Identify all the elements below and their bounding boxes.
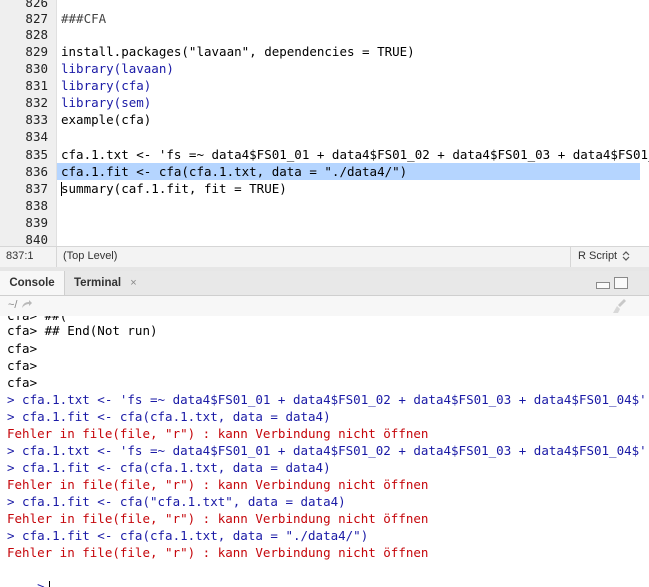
cursor-position: 837:1 bbox=[6, 250, 34, 262]
editor-line[interactable]: 839 bbox=[0, 214, 649, 231]
editor-line[interactable]: 837 summary(caf.1.fit, fit = TRUE) bbox=[0, 180, 649, 197]
editor-line[interactable]: 838 bbox=[0, 197, 649, 214]
console-tab-bar: Console Terminal × bbox=[0, 271, 649, 296]
line-code[interactable]: library(cfa) bbox=[61, 77, 151, 94]
editor-status-bar: 837:1 (Top Level) R Script bbox=[0, 246, 649, 268]
console-error-line: Fehler in file(file, "r") : kann Verbind… bbox=[7, 545, 429, 560]
line-number: 827 bbox=[25, 11, 48, 26]
console-line: cfa> ## End(Not run) bbox=[7, 323, 158, 338]
console-output[interactable]: cfa> ##( cfa> ## End(Not run) cfa> cfa> … bbox=[0, 316, 649, 587]
up-down-chevron-icon bbox=[622, 251, 630, 261]
console-line: cfa> bbox=[7, 375, 38, 390]
line-number: 840 bbox=[25, 232, 48, 246]
console-error-line: Fehler in file(file, "r") : kann Verbind… bbox=[7, 511, 429, 526]
line-code[interactable]: cfa.1.txt <- 'fs =~ data4$FS01_01 + data… bbox=[61, 146, 649, 163]
console-line: > cfa.1.fit <- cfa(cfa.1.txt, data = "./… bbox=[7, 528, 369, 543]
tab-label: Console bbox=[9, 277, 55, 289]
console-error-line: Fehler in file(file, "r") : kann Verbind… bbox=[7, 477, 429, 492]
console-line: > cfa.1.fit <- cfa("cfa.1.txt", data = d… bbox=[7, 494, 346, 509]
editor-line[interactable]: 834 bbox=[0, 128, 649, 145]
editor-line-selected[interactable]: 836 cfa.1.fit <- cfa(cfa.1.txt, data = "… bbox=[0, 163, 649, 180]
status-divider bbox=[570, 247, 571, 267]
console-line: cfa> bbox=[7, 341, 38, 356]
editor-line[interactable]: 832 library(sem) bbox=[0, 94, 649, 111]
line-number: 831 bbox=[25, 78, 48, 93]
status-divider bbox=[56, 247, 57, 267]
line-code[interactable]: cfa.1.fit <- cfa(cfa.1.txt, data = "./da… bbox=[61, 163, 407, 180]
text-cursor bbox=[48, 580, 50, 587]
console-line: > cfa.1.txt <- 'fs =~ data4$FS01_01 + da… bbox=[7, 392, 647, 407]
maximize-pane-button[interactable] bbox=[614, 277, 628, 289]
editor-line[interactable]: 827 ###CFA bbox=[0, 10, 649, 27]
line-code[interactable]: example(cfa) bbox=[61, 111, 151, 128]
editor-line[interactable]: 840 bbox=[0, 231, 649, 246]
file-type-label: R Script bbox=[578, 250, 618, 262]
console-line: > cfa.1.txt <- 'fs =~ data4$FS01_01 + da… bbox=[7, 443, 647, 458]
console-line: > cfa.1.fit <- cfa(cfa.1.txt, data = dat… bbox=[7, 460, 331, 475]
console-toolbar: ~/ bbox=[0, 296, 649, 317]
editor-line[interactable]: 833 example(cfa) bbox=[0, 111, 649, 128]
file-type-selector[interactable]: R Script bbox=[578, 250, 630, 262]
tab-console[interactable]: Console bbox=[0, 271, 65, 295]
prompt-symbol: > bbox=[37, 579, 45, 587]
line-number: 836 bbox=[25, 164, 48, 179]
working-directory[interactable]: ~/ bbox=[8, 299, 33, 311]
text-cursor bbox=[61, 182, 62, 196]
console-error-line: Fehler in file(file, "r") : kann Verbind… bbox=[7, 426, 429, 441]
line-code[interactable]: library(sem) bbox=[61, 94, 151, 111]
go-to-directory-icon bbox=[21, 300, 32, 309]
line-number: 838 bbox=[25, 198, 48, 213]
line-number: 832 bbox=[25, 95, 48, 110]
line-code[interactable]: install.packages("lavaan", dependencies … bbox=[61, 43, 415, 60]
console-line: cfa> bbox=[7, 358, 38, 373]
editor-line[interactable]: 828 bbox=[0, 26, 649, 43]
line-number: 833 bbox=[25, 112, 48, 127]
source-editor[interactable]: 826 827 ###CFA 828 829 install.packages(… bbox=[0, 0, 649, 246]
line-number: 830 bbox=[25, 61, 48, 76]
editor-line[interactable]: 829 install.packages("lavaan", dependenc… bbox=[0, 43, 649, 60]
minimize-pane-button[interactable] bbox=[596, 282, 610, 289]
line-code[interactable]: library(lavaan) bbox=[61, 60, 174, 77]
scope-selector[interactable]: (Top Level) bbox=[63, 250, 117, 262]
console-line: > cfa.1.fit <- cfa(cfa.1.txt, data = dat… bbox=[7, 409, 331, 424]
line-number: 829 bbox=[25, 44, 48, 59]
console-prompt[interactable]: > bbox=[7, 561, 50, 587]
line-number: 839 bbox=[25, 215, 48, 230]
line-number: 828 bbox=[25, 27, 48, 42]
line-code[interactable]: ###CFA bbox=[61, 10, 106, 27]
line-number: 835 bbox=[25, 147, 48, 162]
line-code[interactable]: summary(caf.1.fit, fit = TRUE) bbox=[61, 180, 287, 197]
tab-label: Terminal bbox=[74, 277, 122, 289]
tab-terminal[interactable]: Terminal × bbox=[66, 271, 154, 295]
editor-line[interactable]: 835 cfa.1.txt <- 'fs =~ data4$FS01_01 + … bbox=[0, 146, 649, 163]
line-number: 834 bbox=[25, 129, 48, 144]
working-directory-label: ~/ bbox=[8, 299, 18, 311]
line-number: 837 bbox=[25, 181, 48, 196]
editor-line[interactable]: 830 library(lavaan) bbox=[0, 60, 649, 77]
close-icon[interactable]: × bbox=[130, 277, 136, 289]
editor-line[interactable]: 831 library(cfa) bbox=[0, 77, 649, 94]
clear-console-icon[interactable] bbox=[612, 298, 628, 314]
